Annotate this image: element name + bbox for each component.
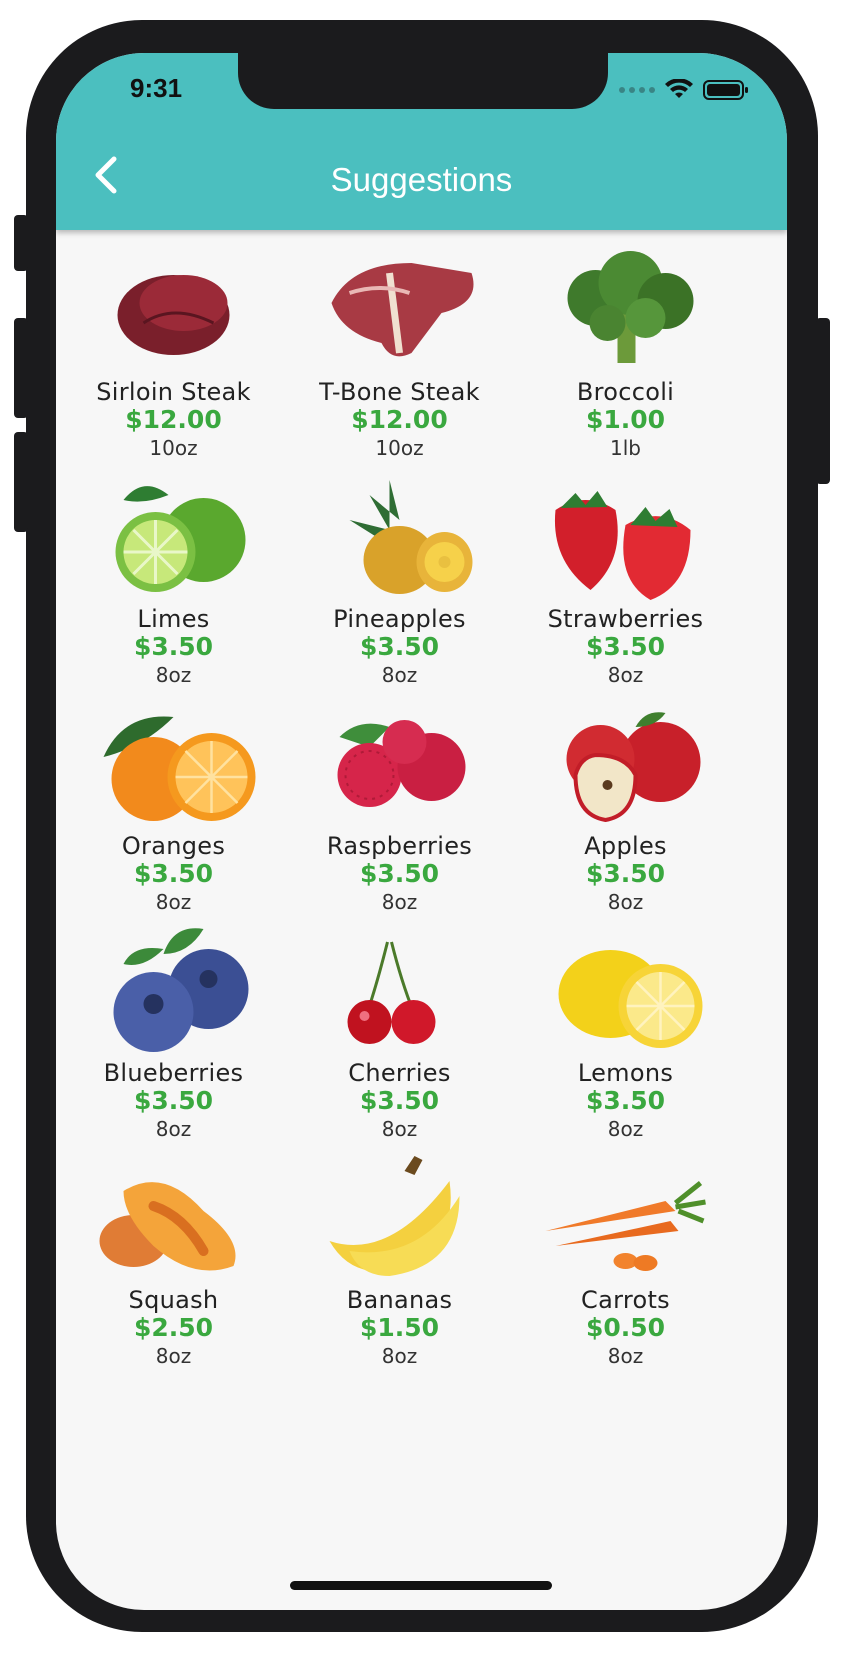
strawberry-icon	[554, 491, 691, 600]
product-unit: 8oz	[607, 890, 644, 914]
product-card[interactable]: Bananas $1.50 8oz	[278, 1151, 521, 1391]
product-name: Squash	[128, 1286, 219, 1314]
product-name: Pineapples	[333, 605, 466, 633]
product-card[interactable]: Sirloin Steak $12.00 10oz	[56, 243, 295, 483]
raspberry-icon	[337, 720, 466, 807]
product-unit: 8oz	[607, 1117, 644, 1141]
product-name: Sirloin Steak	[96, 378, 251, 406]
product-name: Lemons	[577, 1059, 674, 1087]
product-price: $3.50	[585, 632, 666, 661]
product-name: Blueberries	[103, 1059, 244, 1087]
product-price: $1.00	[585, 405, 666, 434]
volume-down-button	[14, 432, 28, 532]
product-unit: 10oz	[375, 436, 424, 460]
product-card[interactable]: Apples $3.50 8oz	[504, 697, 747, 937]
product-card[interactable]: Oranges $3.50 8oz	[56, 697, 295, 937]
squash-icon	[99, 1182, 236, 1271]
product-card[interactable]: Broccoli $1.00 1lb	[504, 243, 747, 483]
product-price: $3.50	[359, 632, 440, 661]
product-name: Raspberries	[326, 832, 473, 860]
apple-icon	[566, 712, 701, 823]
volume-up-button	[14, 318, 28, 418]
orange-icon	[103, 716, 256, 821]
product-unit: 1lb	[610, 436, 641, 460]
product-unit: 8oz	[607, 663, 644, 687]
product-price: $3.50	[359, 1086, 440, 1115]
app-screen: 9:31 Suggestions Sirloin Steak $12.00 10…	[56, 53, 787, 1610]
blueberry-icon	[113, 928, 249, 1052]
product-card[interactable]: Squash $2.50 8oz	[56, 1151, 295, 1391]
product-price: $3.50	[359, 859, 440, 888]
product-unit: 8oz	[155, 890, 192, 914]
product-card[interactable]: Lemons $3.50 8oz	[504, 924, 747, 1164]
battery-icon	[703, 80, 748, 100]
status-time: 9:31	[130, 73, 183, 103]
product-name: Broccoli	[576, 378, 675, 406]
product-name: Cherries	[348, 1059, 451, 1087]
lemon-icon	[558, 950, 703, 1048]
product-price: $3.50	[133, 859, 214, 888]
navigation-bar: 9:31 Suggestions	[56, 53, 787, 230]
product-unit: 8oz	[381, 663, 418, 687]
status-bar: 9:31	[56, 53, 787, 113]
cherry-icon	[347, 941, 436, 1044]
product-name: Carrots	[581, 1286, 670, 1314]
wifi-icon	[665, 79, 693, 98]
broccoli-icon	[567, 251, 694, 363]
product-card[interactable]: Blueberries $3.50 8oz	[56, 924, 295, 1164]
product-price: $3.50	[585, 1086, 666, 1115]
home-indicator[interactable]	[290, 1581, 552, 1590]
product-unit: 8oz	[155, 663, 192, 687]
product-card[interactable]: Cherries $3.50 8oz	[278, 924, 521, 1164]
product-price: $3.50	[585, 859, 666, 888]
product-name: Oranges	[121, 832, 226, 860]
product-name: Limes	[137, 605, 210, 633]
pineapple-icon	[349, 480, 473, 594]
product-card[interactable]: Limes $3.50 8oz	[56, 470, 295, 710]
product-unit: 8oz	[381, 1344, 418, 1368]
product-card[interactable]: Raspberries $3.50 8oz	[278, 697, 521, 937]
product-price: $3.50	[133, 632, 214, 661]
power-button	[816, 318, 830, 484]
product-price: $12.00	[125, 405, 222, 434]
product-name: Apples	[584, 832, 667, 860]
product-card[interactable]: Strawberries $3.50 8oz	[504, 470, 747, 710]
product-price: $2.50	[133, 1313, 214, 1342]
carrot-icon	[545, 1181, 706, 1271]
product-price: $0.50	[585, 1313, 666, 1342]
product-unit: 8oz	[381, 1117, 418, 1141]
page-title: Suggestions	[330, 161, 513, 198]
product-name: T-Bone Steak	[319, 378, 480, 406]
mute-switch	[14, 215, 28, 271]
product-price: $1.50	[359, 1313, 440, 1342]
notch	[238, 53, 608, 109]
lime-icon	[115, 486, 246, 592]
product-unit: 8oz	[607, 1344, 644, 1368]
product-price: $12.00	[351, 405, 448, 434]
product-name: Strawberries	[547, 605, 704, 633]
product-name: Bananas	[346, 1286, 453, 1314]
tbone-icon	[331, 263, 474, 357]
banana-icon	[329, 1156, 460, 1276]
product-card[interactable]: Carrots $0.50 8oz	[504, 1151, 747, 1391]
product-unit: 8oz	[155, 1344, 192, 1368]
product-unit: 10oz	[149, 436, 198, 460]
product-card[interactable]: T-Bone Steak $12.00 10oz	[278, 243, 521, 483]
product-unit: 8oz	[381, 890, 418, 914]
steak-icon	[117, 275, 230, 355]
product-price: $3.50	[133, 1086, 214, 1115]
product-card[interactable]: Pineapples $3.50 8oz	[278, 470, 521, 710]
product-unit: 8oz	[155, 1117, 192, 1141]
cellular-signal-icon	[619, 87, 655, 93]
